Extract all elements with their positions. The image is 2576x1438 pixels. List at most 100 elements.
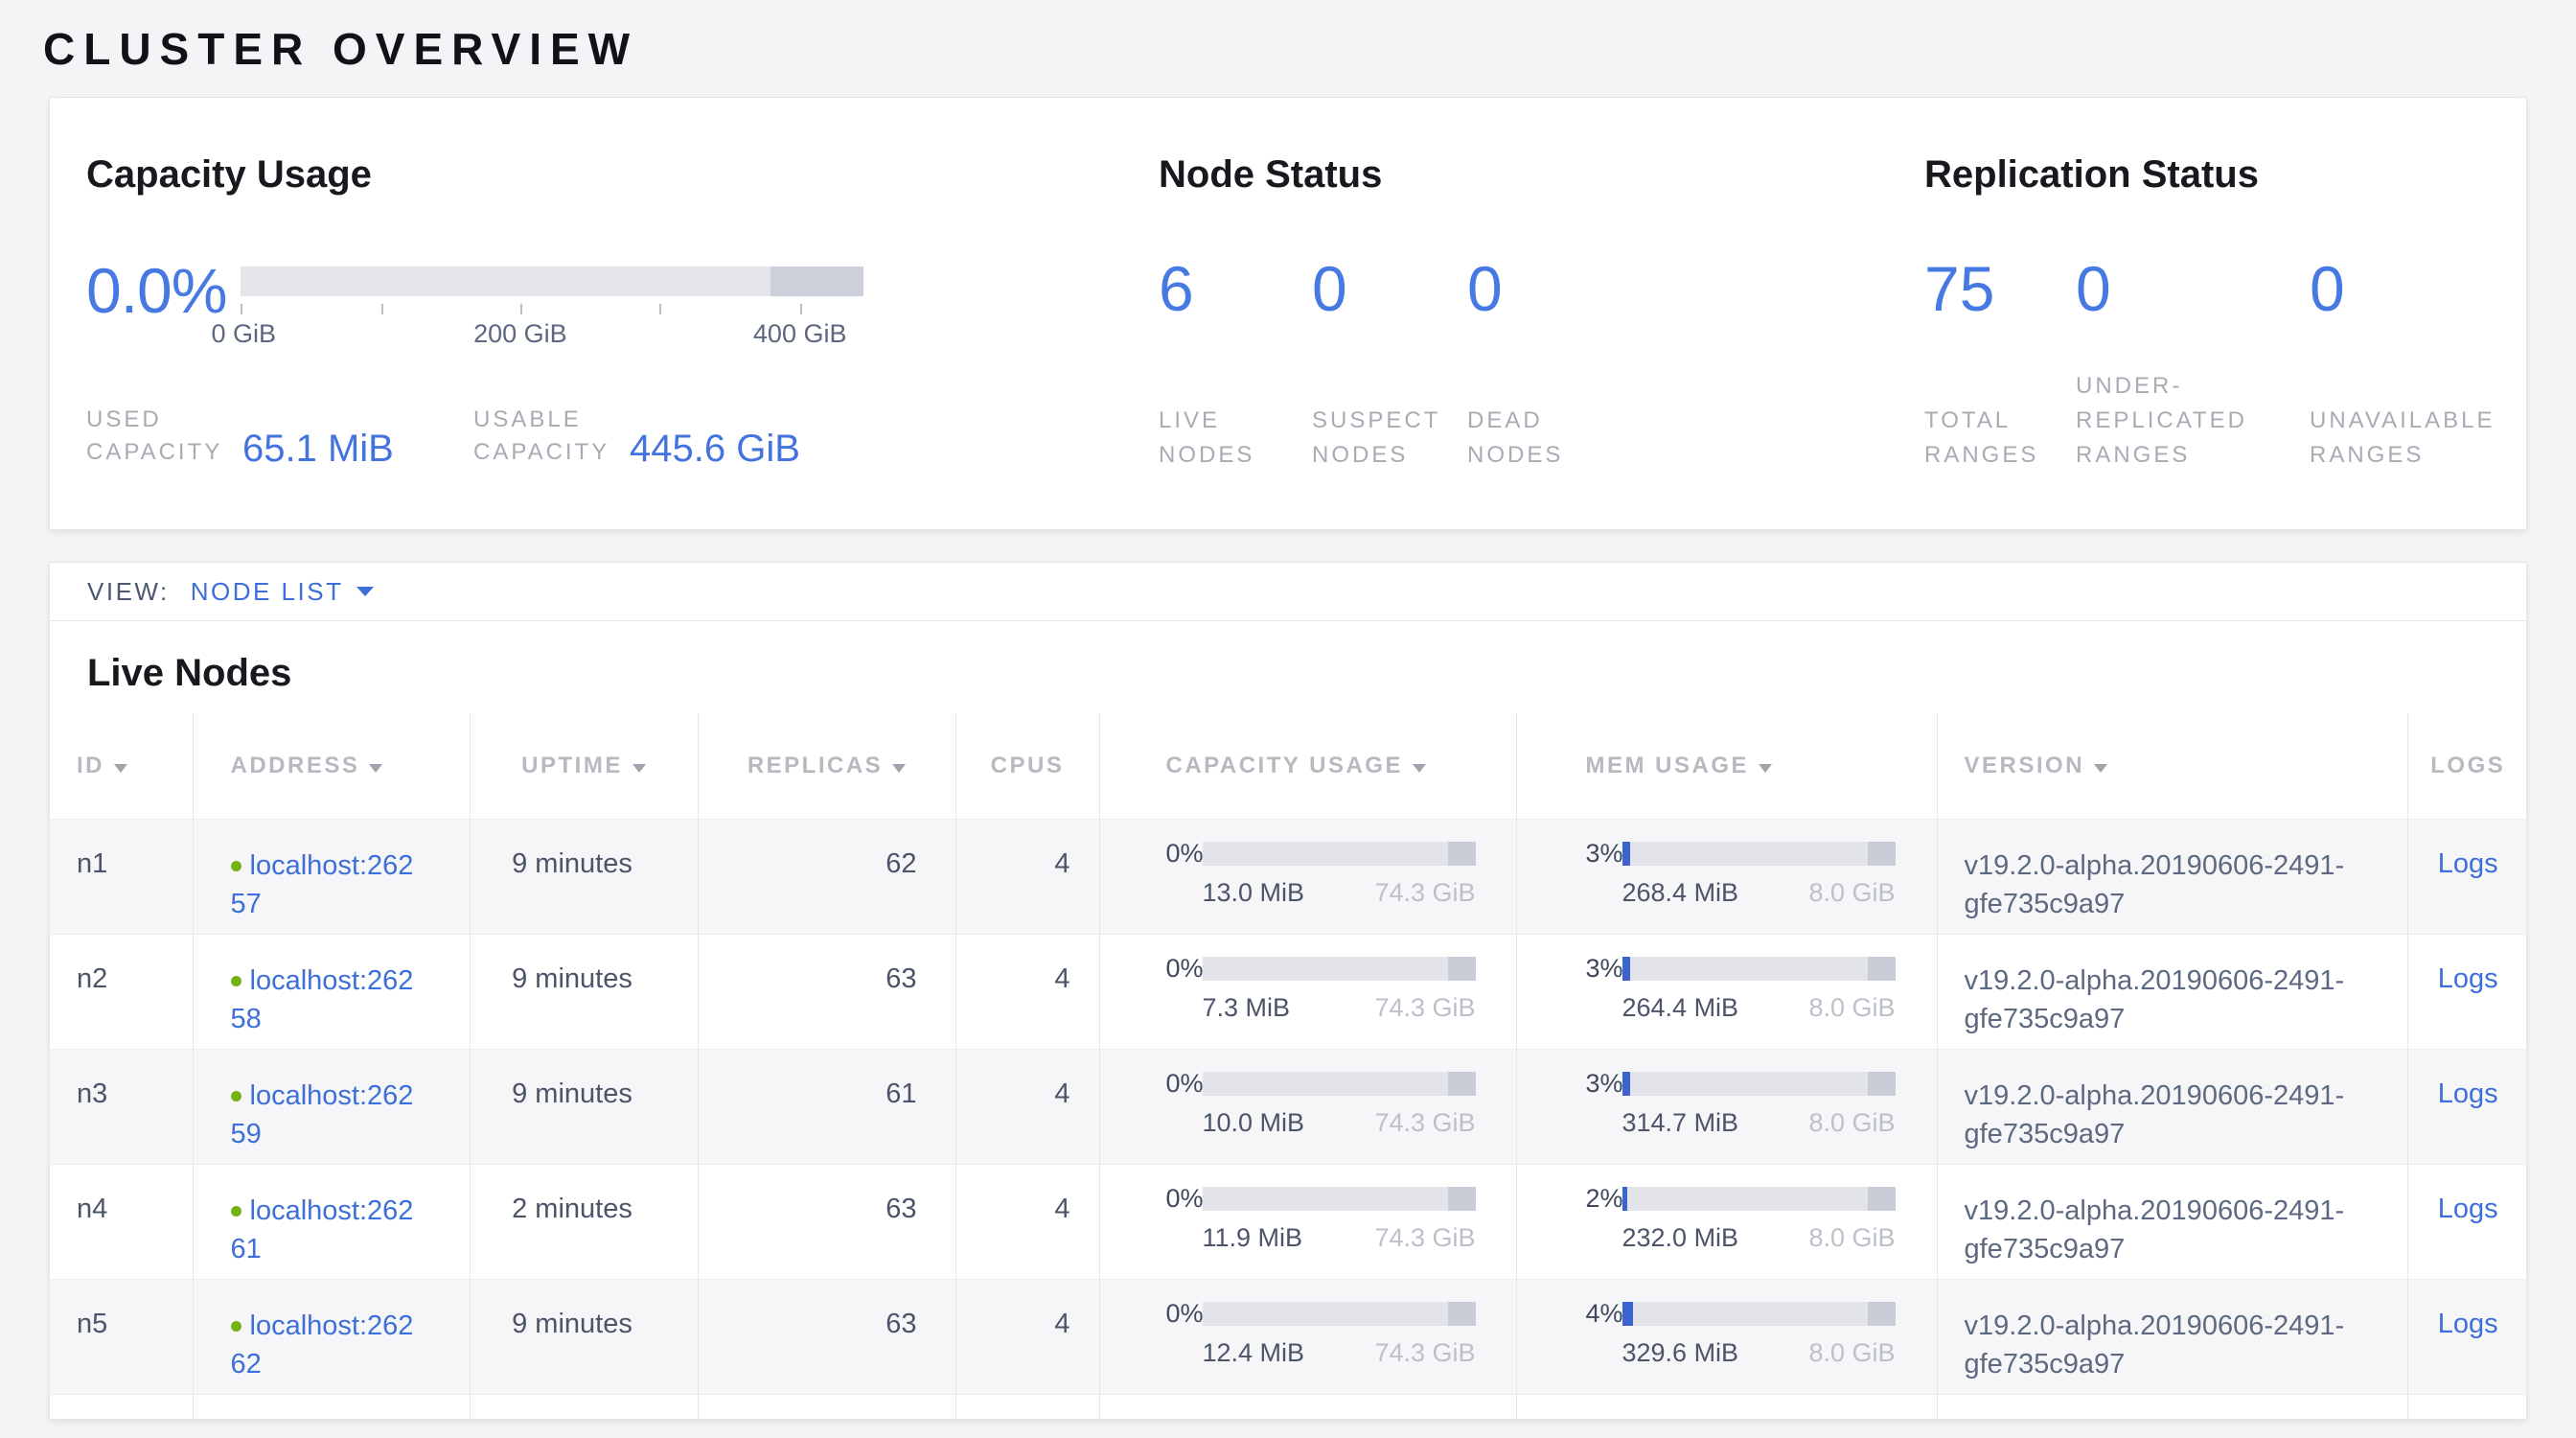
node-replicas: 63 [698,1279,955,1394]
sort-icon [369,764,382,773]
column-header-version[interactable]: VERSION [1937,713,2407,819]
mem-usage-cell: 3% 268.4 MiB8.0 GiB [1586,839,1937,908]
usable-capacity-label: USABLE CAPACITY [473,404,615,471]
node-id: n1 [50,819,193,934]
logs-link[interactable]: Logs [2438,848,2498,879]
capacity-usage-bar [1203,1072,1476,1096]
axis-tick-label: 200 GiB [473,319,567,349]
table-row: n1 localhost:26257 9 minutes 62 4 0% 13.… [50,819,2527,934]
column-header-capacity-usage[interactable]: CAPACITY USAGE [1099,713,1516,819]
node-version: v19.2.0-alpha.20190606-2491-gfe735c9a97 [1937,1049,2407,1164]
column-header-logs: LOGS [2407,713,2527,819]
node-address-link[interactable]: localhost:26262 [231,1310,414,1380]
page-title: CLUSTER OVERVIEW [43,23,2576,76]
sort-icon [1413,764,1426,773]
total-ranges-stat: 75 TOTAL RANGES [1924,257,2076,473]
column-header-replicas[interactable]: REPLICAS [698,713,955,819]
logs-link[interactable]: Logs [2438,1194,2498,1224]
logs-link[interactable]: Logs [2438,1078,2498,1109]
column-header-address[interactable]: ADDRESS [193,713,470,819]
capacity-percent-value: 0.0% [86,259,241,322]
table-header-row: ID ADDRESS UPTIME REPLICAS CPUS CAPACITY… [50,713,2527,819]
node-address-link[interactable]: localhost:26259 [231,1080,414,1150]
node-uptime: 9 minutes [470,934,698,1049]
node-list-card: VIEW: NODE LIST Live Nodes ID ADDRESS UP… [49,562,2527,1420]
usable-capacity-value: 445.6 GiB [630,429,800,468]
mem-usage-cell: 3% 264.4 MiB8.0 GiB [1586,954,1937,1023]
node-cpus: 4 [955,1164,1099,1279]
node-cpus: 4 [955,934,1099,1049]
view-selector-dropdown[interactable]: NODE LIST [191,577,375,607]
usable-capacity-stat: USABLE CAPACITY 445.6 GiB [473,404,800,471]
node-uptime: 9 minutes [470,819,698,934]
used-capacity-stat: USED CAPACITY 65.1 MiB [86,404,473,471]
node-replicas: 63 [698,934,955,1049]
used-capacity-value: 65.1 MiB [242,429,394,468]
capacity-axis-ticks [241,304,863,315]
chevron-down-icon [356,587,374,596]
total-ranges-label: TOTAL RANGES [1924,404,2068,473]
node-address-link[interactable]: localhost:26261 [231,1195,414,1265]
unavailable-ranges-label: UNAVAILABLE RANGES [2310,404,2518,473]
replication-status-section: Replication Status 75 TOTAL RANGES 0 UND… [1924,151,2526,470]
node-version: v19.2.0-alpha.20190606-2491-gfe735c9a97 [1937,1279,2407,1394]
node-address-link[interactable]: localhost:26258 [231,965,414,1035]
table-row: n2 localhost:26258 9 minutes 63 4 0% 7.3… [50,934,2527,1049]
under-replicated-ranges-stat: 0 UNDER-REPLICATED RANGES [2076,257,2310,473]
table-row: n5 localhost:26262 9 minutes 63 4 0% 12.… [50,1279,2527,1394]
logs-link[interactable]: Logs [2438,963,2498,994]
node-cpus: 4 [955,819,1099,934]
node-version: v19.2.0-alpha.20190606-2491-gfe735c9a97 [1937,934,2407,1049]
node-replicas: 63 [698,1164,955,1279]
table-row-partial [50,1394,2527,1420]
mem-usage-bar [1622,957,1896,981]
live-status-dot [231,1206,242,1217]
live-nodes-value: 6 [1159,257,1312,320]
capacity-usage-cell: 0% 10.0 MiB74.3 GiB [1166,1069,1516,1138]
live-status-dot [231,976,242,986]
node-uptime: 2 minutes [470,1164,698,1279]
column-header-uptime[interactable]: UPTIME [470,713,698,819]
node-cpus: 4 [955,1049,1099,1164]
capacity-usage-bar [1203,1187,1476,1211]
node-replicas: 61 [698,1049,955,1164]
sort-icon [892,764,906,773]
node-id: n3 [50,1049,193,1164]
live-nodes-heading: Live Nodes [87,650,2526,696]
mem-usage-bar [1622,1072,1896,1096]
table-row: n4 localhost:26261 2 minutes 63 4 0% 11.… [50,1164,2527,1279]
node-replicas: 62 [698,819,955,934]
under-replicated-ranges-value: 0 [2076,257,2310,320]
view-label: VIEW: [87,577,170,607]
node-cpus: 4 [955,1279,1099,1394]
suspect-nodes-value: 0 [1312,257,1467,320]
column-header-mem-usage[interactable]: MEM USAGE [1516,713,1937,819]
capacity-bar: 0 GiB 200 GiB 400 GiB [241,267,863,350]
node-address-link[interactable]: localhost:26257 [231,850,414,920]
capacity-usage-cell: 0% 7.3 MiB74.3 GiB [1166,954,1516,1023]
node-status-heading: Node Status [1159,151,1924,197]
node-uptime: 9 minutes [470,1279,698,1394]
suspect-nodes-label: SUSPECT NODES [1312,404,1456,473]
capacity-usage-heading: Capacity Usage [86,151,1159,197]
live-status-dot [231,1091,242,1102]
live-status-dot [231,861,242,871]
sort-icon [632,764,646,773]
logs-link[interactable]: Logs [2438,1309,2498,1339]
axis-tick-label: 0 GiB [211,319,276,349]
node-status-section: Node Status 6 LIVE NODES 0 SUSPECT NODES… [1159,151,1924,470]
suspect-nodes-stat: 0 SUSPECT NODES [1312,257,1467,473]
unavailable-ranges-value: 0 [2310,257,2518,320]
cluster-overview-page: CLUSTER OVERVIEW Capacity Usage 0.0% 0 G… [0,23,2576,1438]
column-header-id[interactable]: ID [50,713,193,819]
mem-usage-bar [1622,1187,1896,1211]
used-capacity-label: USED CAPACITY [86,404,228,471]
node-version: v19.2.0-alpha.20190606-2491-gfe735c9a97 [1937,819,2407,934]
capacity-usage-cell: 0% 11.9 MiB74.3 GiB [1166,1184,1516,1253]
sort-icon [1759,764,1772,773]
sort-icon [114,764,127,773]
view-selected-value: NODE LIST [191,577,344,607]
capacity-usage-section: Capacity Usage 0.0% 0 GiB 200 GiB 400 Gi… [86,151,1159,470]
node-uptime: 9 minutes [470,1049,698,1164]
live-status-dot [231,1321,242,1332]
